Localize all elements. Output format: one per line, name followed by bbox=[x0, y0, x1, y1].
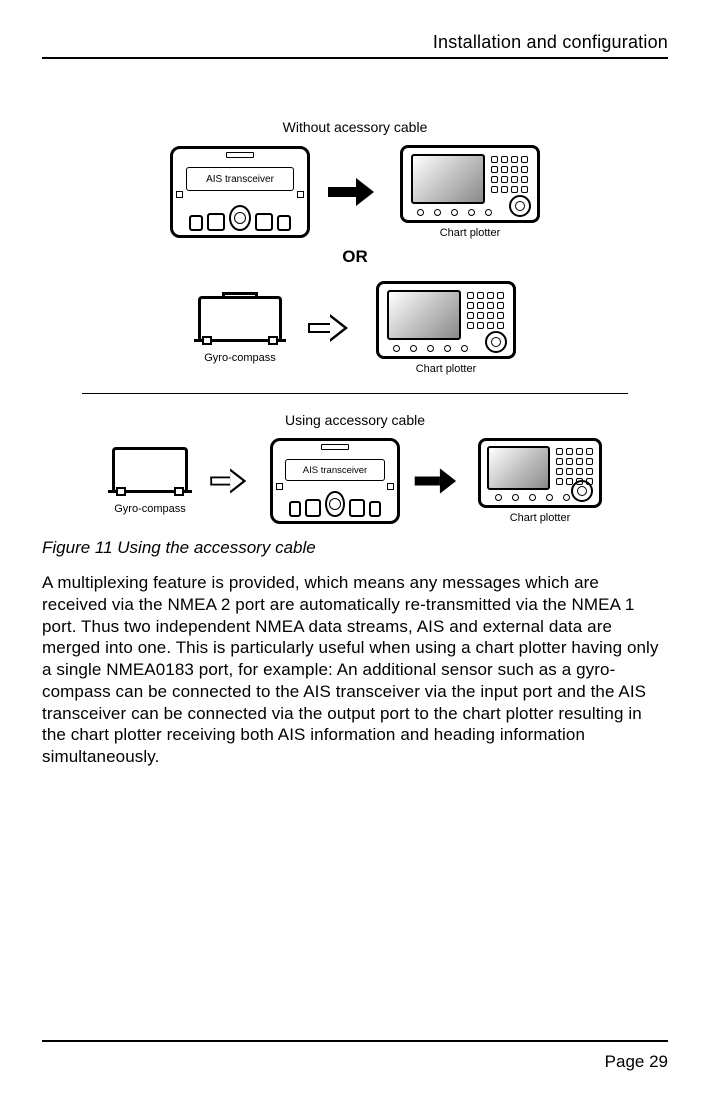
page: Installation and configuration Without a… bbox=[0, 0, 710, 1102]
ais-transceiver-label: AIS transceiver bbox=[186, 167, 294, 191]
arrow-right-outline-icon bbox=[304, 314, 358, 342]
body-paragraph: A multiplexing feature is provided, whic… bbox=[42, 572, 668, 768]
page-number: Page 29 bbox=[42, 1052, 668, 1072]
chart-plotter-label: Chart plotter bbox=[440, 227, 501, 239]
gyro-compass-label-2: Gyro-compass bbox=[114, 503, 186, 515]
chart-plotter-label-3: Chart plotter bbox=[510, 512, 571, 524]
figure-caption: Figure 11 Using the accessory cable bbox=[42, 538, 668, 558]
ais-transceiver-device-2: AIS transceiver bbox=[270, 438, 400, 524]
or-label: OR bbox=[52, 247, 658, 267]
arrow-right-outline-icon bbox=[207, 468, 256, 493]
mid-rule bbox=[82, 393, 628, 394]
ais-transceiver-icon: AIS transceiver bbox=[270, 438, 400, 524]
chart-plotter-device: Chart plotter bbox=[400, 145, 540, 239]
diagram-row-1: AIS transceiver bbox=[52, 145, 658, 239]
diagram-area: Without acessory cable AIS transceiver bbox=[52, 119, 658, 524]
header-title: Installation and configuration bbox=[42, 32, 668, 53]
chart-plotter-icon bbox=[400, 145, 540, 223]
arrow-right-solid-icon bbox=[328, 178, 382, 206]
chart-plotter-device-2: Chart plotter bbox=[376, 281, 516, 375]
diagram-row-2: Gyro-compass bbox=[52, 281, 658, 375]
ais-transceiver-device: AIS transceiver bbox=[170, 146, 310, 238]
section2-title: Using accessory cable bbox=[52, 412, 658, 428]
diagram-row-3: Gyro-compass AIS transceiver bbox=[52, 438, 658, 524]
gyro-compass-device-2: Gyro-compass bbox=[108, 447, 192, 515]
chart-plotter-device-3: Chart plotter bbox=[478, 438, 602, 524]
chart-plotter-icon bbox=[478, 438, 602, 508]
chart-plotter-icon bbox=[376, 281, 516, 359]
chart-plotter-label-2: Chart plotter bbox=[416, 363, 477, 375]
section1-title: Without acessory cable bbox=[52, 119, 658, 135]
gyro-compass-device: Gyro-compass bbox=[194, 292, 286, 364]
arrow-right-solid-icon bbox=[415, 468, 464, 493]
gyro-compass-label: Gyro-compass bbox=[204, 352, 276, 364]
footer-rule bbox=[42, 1040, 668, 1042]
header-rule bbox=[42, 57, 668, 59]
gyro-compass-icon bbox=[194, 292, 286, 348]
gyro-compass-icon bbox=[108, 447, 192, 499]
ais-transceiver-icon: AIS transceiver bbox=[170, 146, 310, 238]
footer: Page 29 bbox=[42, 1040, 668, 1072]
ais-transceiver-label-2: AIS transceiver bbox=[285, 459, 385, 481]
